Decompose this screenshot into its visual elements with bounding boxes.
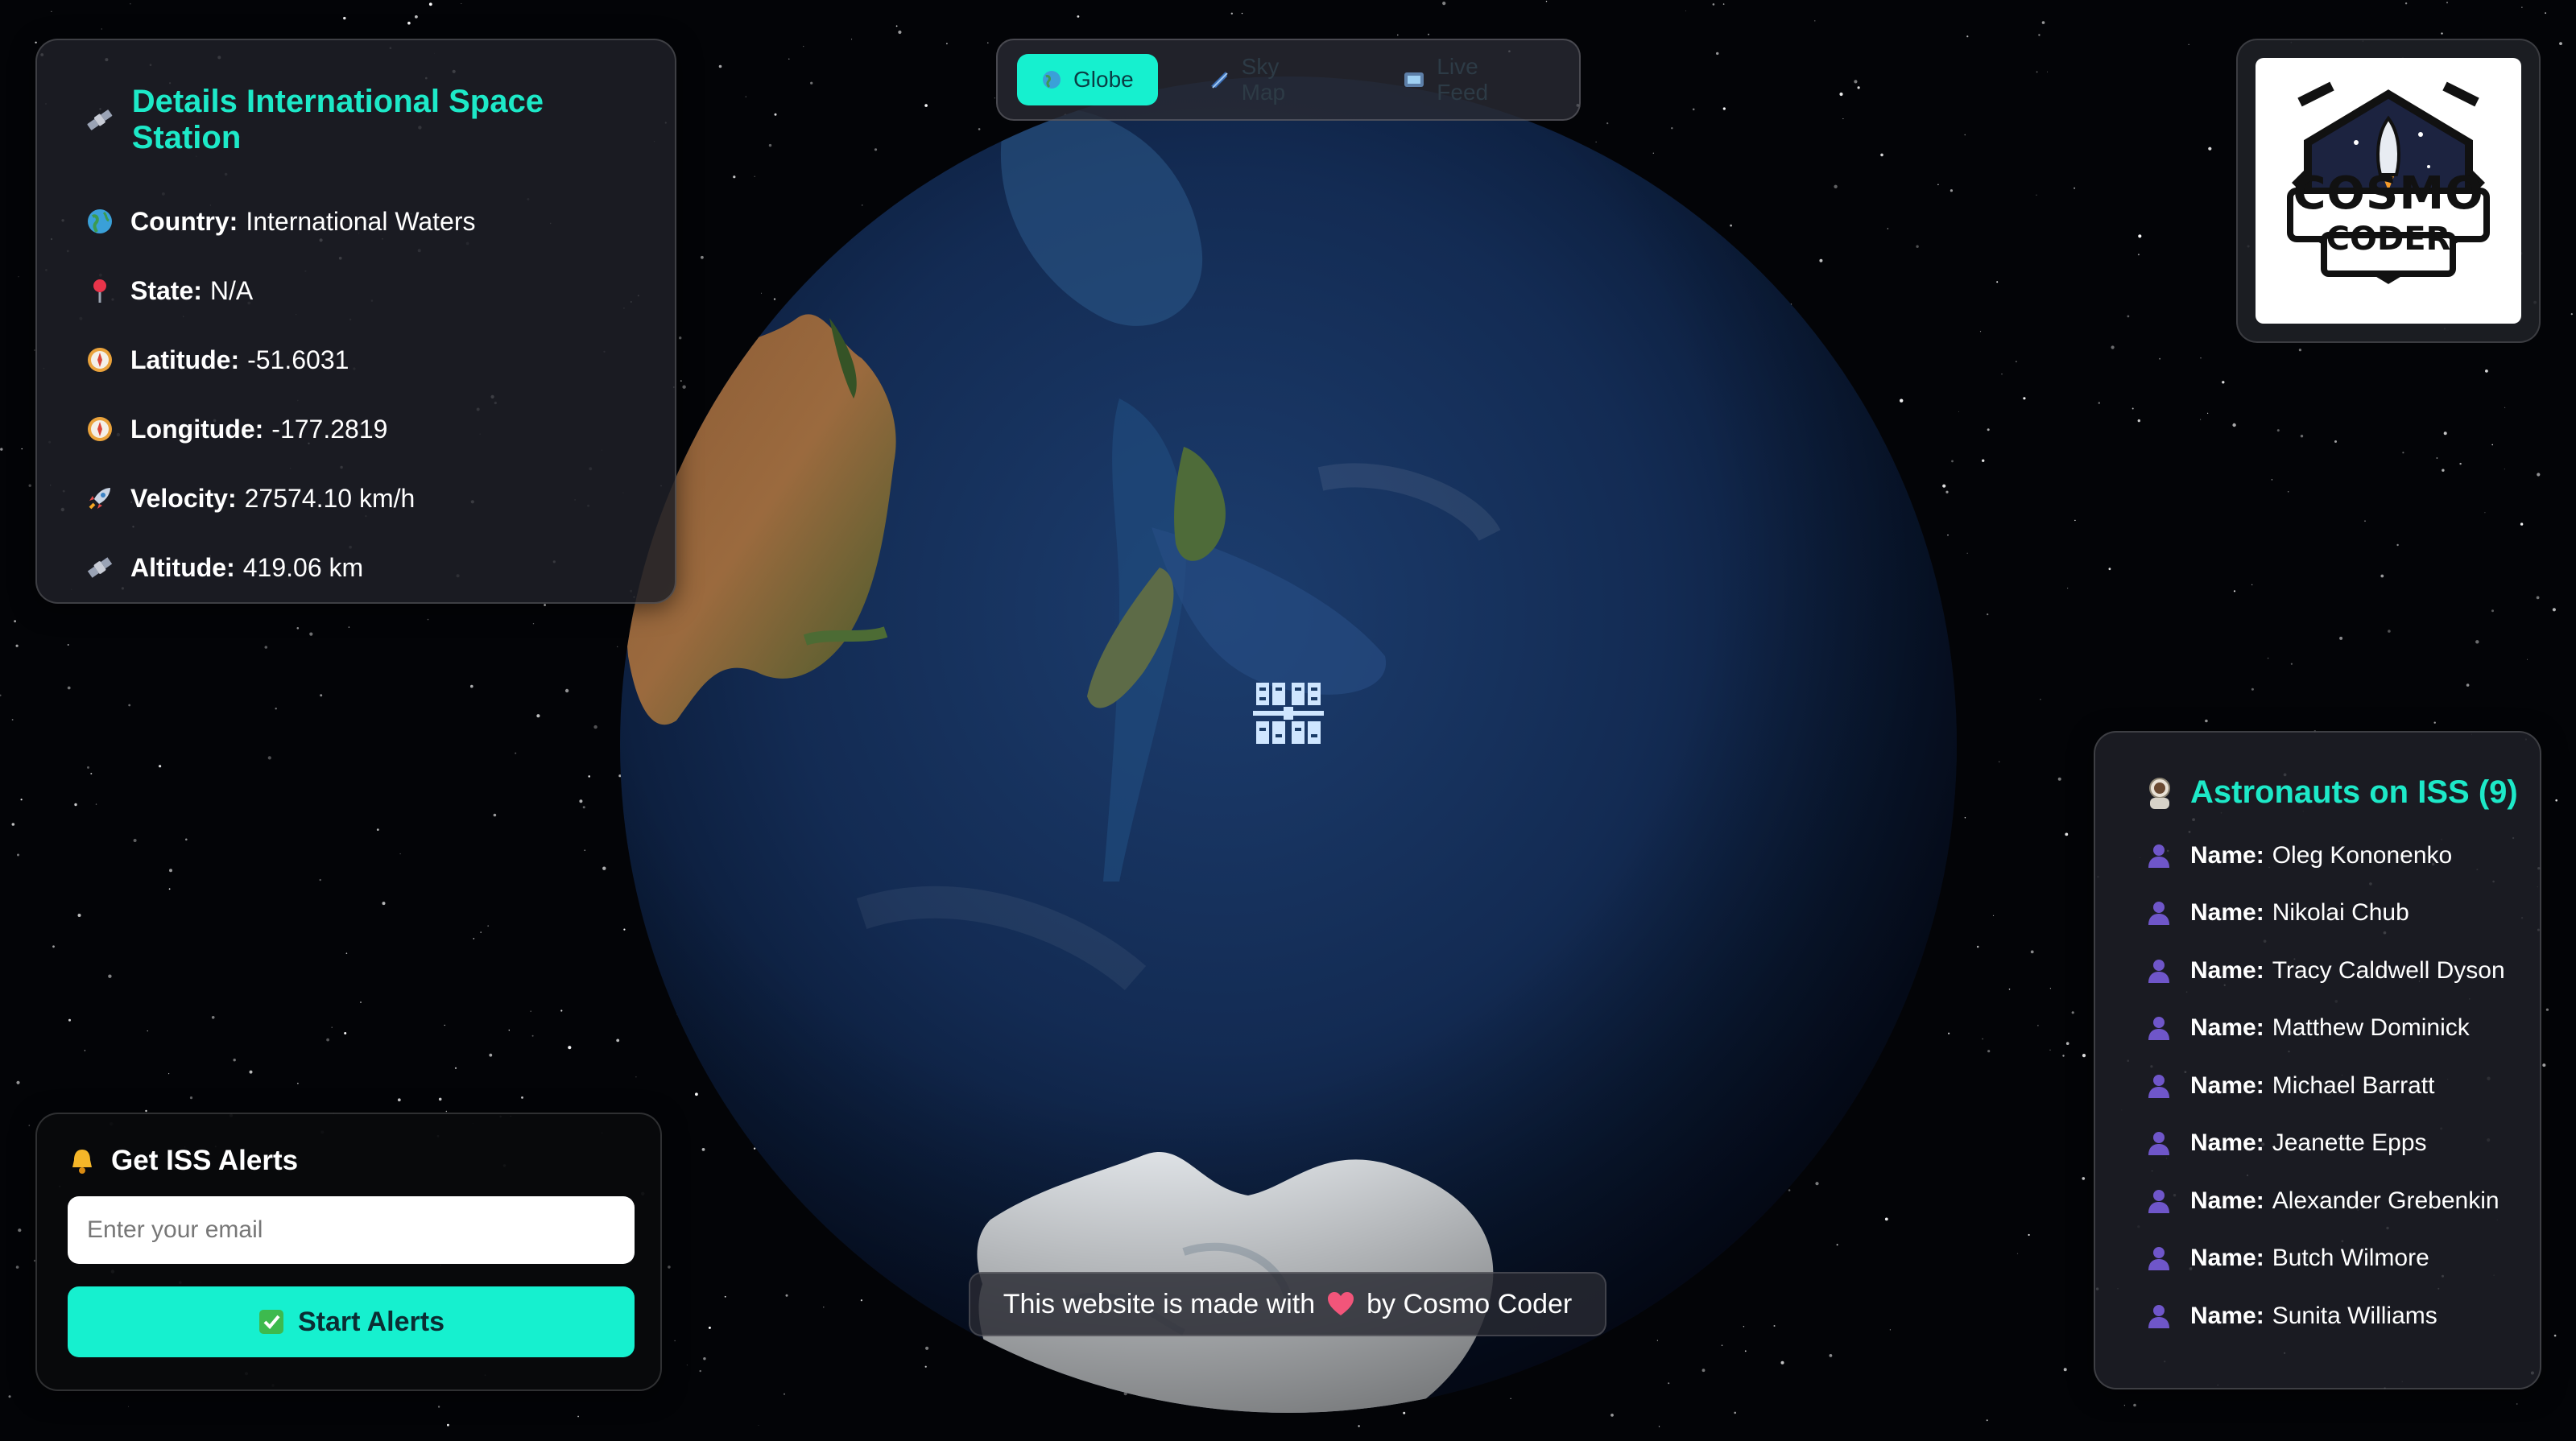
start-alerts-button[interactable]: Start Alerts <box>68 1286 635 1357</box>
astronaut-list-item: Name: Jeanette Epps <box>2145 1115 2540 1173</box>
person-icon <box>2145 1187 2173 1215</box>
iss-detail-value: 419.06 km <box>242 552 364 582</box>
sky-map-icon <box>1210 72 1228 89</box>
person-icon <box>2145 957 2173 985</box>
astronaut-list-item: Name: Butch Wilmore <box>2145 1230 2540 1288</box>
logo-line-1: COSMO <box>2293 167 2484 220</box>
iss-detail-row: Latitude: -51.6031 <box>85 325 630 394</box>
checkmark-icon <box>258 1310 283 1334</box>
person-icon <box>2145 1129 2173 1157</box>
astronaut-name: Oleg Kononenko <box>2272 841 2453 869</box>
compass-icon <box>85 345 114 374</box>
astronaut-list-item: Name: Alexander Grebenkin <box>2145 1172 2540 1230</box>
astronaut-name-label: Name: <box>2190 841 2264 869</box>
iss-detail-value: International Waters <box>246 206 476 236</box>
astronaut-name: Alexander Grebenkin <box>2272 1187 2500 1214</box>
astronaut-list-item: Name: Tracy Caldwell Dyson <box>2145 942 2540 1000</box>
email-input[interactable] <box>68 1196 635 1264</box>
iss-detail-label: State: <box>130 275 202 305</box>
astronaut-list-item: Name: Sunita Williams <box>2145 1287 2540 1345</box>
astronaut-list-item: Name: Oleg Kononenko <box>2145 827 2540 885</box>
astronaut-name: Butch Wilmore <box>2272 1245 2429 1272</box>
astronaut-name: Nikolai Chub <box>2272 899 2409 927</box>
astronaut-name-label: Name: <box>2190 1129 2264 1157</box>
bell-icon <box>72 1150 92 1174</box>
footer-text-after: by Cosmo Coder <box>1367 1288 1573 1319</box>
heart-icon <box>1328 1292 1354 1315</box>
satellite-icon <box>85 553 114 582</box>
iss-details-title: Details International Space Station <box>85 84 630 156</box>
tab-sky-map[interactable]: Sky Map <box>1184 54 1354 105</box>
view-switcher: Globe Sky Map Live Feed <box>996 39 1581 121</box>
cosmo-coder-logo: COSMO CODER <box>2256 58 2521 324</box>
iss-detail-row: Velocity: 27574.10 km/h <box>85 464 630 533</box>
tab-globe[interactable]: Globe <box>1017 54 1158 105</box>
astronaut-name-label: Name: <box>2190 1071 2264 1099</box>
astronaut-list-item: Name: Matthew Dominick <box>2145 1000 2540 1058</box>
person-icon <box>2145 842 2173 869</box>
iss-detail-value: N/A <box>209 275 254 305</box>
compass-icon <box>85 415 114 444</box>
person-icon <box>2145 1303 2173 1330</box>
iss-position-marker[interactable] <box>1253 678 1324 749</box>
tab-sky-map-label: Sky Map <box>1241 54 1286 105</box>
iss-detail-label: Latitude: <box>130 345 240 374</box>
satellite-icon <box>87 109 113 130</box>
alerts-title-text: Get ISS Alerts <box>111 1145 299 1176</box>
person-icon <box>2145 899 2173 927</box>
iss-detail-label: Velocity: <box>130 483 237 513</box>
iss-details-panel: Details International Space Station Coun… <box>35 39 676 604</box>
iss-detail-value: 27574.10 km/h <box>244 483 416 513</box>
astronaut-name-label: Name: <box>2190 1014 2264 1042</box>
pin-icon <box>85 276 114 305</box>
astronaut-icon <box>2149 777 2170 809</box>
iss-detail-row: Altitude: 419.06 km <box>85 533 630 602</box>
iss-detail-label: Longitude: <box>130 414 264 444</box>
astronaut-name: Tracy Caldwell Dyson <box>2272 956 2505 984</box>
footer-text-before: This website is made with <box>1003 1288 1316 1319</box>
astronaut-name: Matthew Dominick <box>2272 1014 2470 1042</box>
iss-detail-value: -177.2819 <box>271 414 388 444</box>
tab-live-feed-label: Live Feed <box>1437 54 1489 105</box>
astronaut-name: Michael Barratt <box>2272 1071 2435 1099</box>
astronaut-list-item: Name: Nikolai Chub <box>2145 885 2540 943</box>
live-feed-icon <box>1404 72 1424 87</box>
astronaut-name-label: Name: <box>2190 1245 2264 1272</box>
globe-icon <box>85 207 114 236</box>
astronaut-list-item: Name: Michael Barratt <box>2145 1057 2540 1115</box>
astronaut-name-label: Name: <box>2190 899 2264 927</box>
rocket-icon <box>85 484 114 513</box>
iss-details-title-text: Details International Space Station <box>131 84 544 155</box>
person-icon <box>2145 1014 2173 1042</box>
cosmo-coder-logo-card[interactable]: COSMO CODER <box>2236 39 2541 343</box>
footer-credit: This website is made with by Cosmo Coder <box>969 1272 1606 1336</box>
iss-alerts-panel: Get ISS Alerts Start Alerts <box>35 1113 662 1391</box>
astronaut-name-label: Name: <box>2190 956 2264 984</box>
start-alerts-label: Start Alerts <box>297 1306 445 1337</box>
tab-live-feed[interactable]: Live Feed <box>1379 54 1560 105</box>
astronauts-title-text: Astronauts on ISS (9) <box>2190 774 2518 810</box>
astronauts-title: Astronauts on ISS (9) <box>2145 774 2540 811</box>
iss-detail-row: State: N/A <box>85 256 630 325</box>
iss-detail-row: Longitude: -177.2819 <box>85 394 630 464</box>
tab-globe-label: Globe <box>1073 67 1134 92</box>
iss-detail-label: Altitude: <box>130 552 235 582</box>
iss-detail-label: Country: <box>130 206 238 236</box>
astronaut-name: Jeanette Epps <box>2272 1129 2427 1157</box>
globe-icon <box>1043 71 1061 89</box>
astronaut-name-label: Name: <box>2190 1302 2264 1329</box>
person-icon <box>2145 1245 2173 1272</box>
person-icon <box>2145 1072 2173 1100</box>
astronaut-name: Sunita Williams <box>2272 1302 2437 1329</box>
alerts-title: Get ISS Alerts <box>68 1145 631 1177</box>
logo-line-2: CODER <box>2326 221 2451 258</box>
astronaut-name-label: Name: <box>2190 1187 2264 1214</box>
astronauts-panel: Astronauts on ISS (9) Name: Oleg Kononenk… <box>2094 731 2541 1389</box>
iss-detail-value: -51.6031 <box>247 345 349 374</box>
iss-detail-row: Country: International Waters <box>85 187 630 256</box>
